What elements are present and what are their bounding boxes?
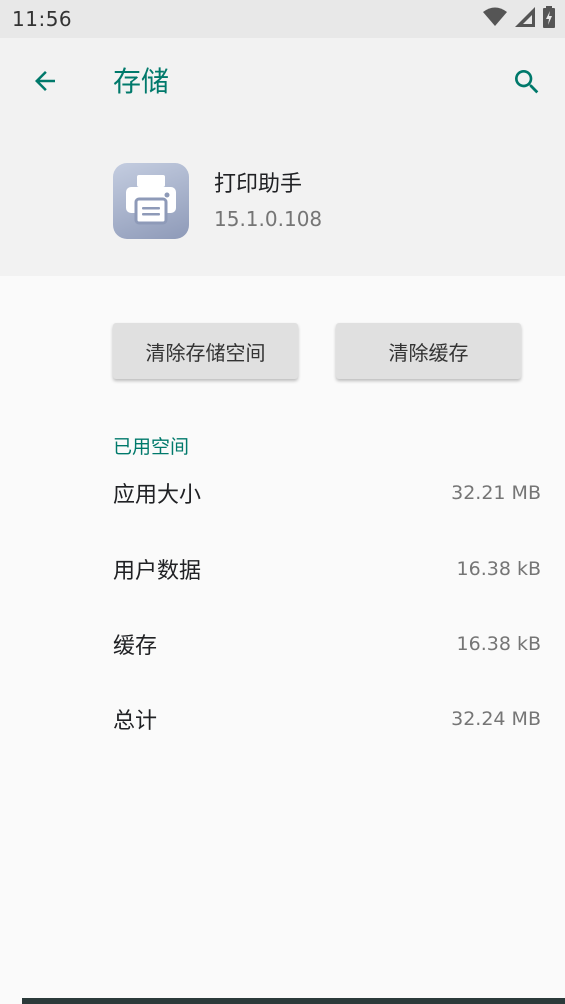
- page-title: 存储: [113, 65, 170, 98]
- storage-row-app-size: 应用大小 32.21 MB: [113, 473, 541, 513]
- storage-row-total: 总计 32.24 MB: [113, 699, 541, 739]
- row-label: 总计: [113, 709, 158, 734]
- status-bar: 11:56: [0, 0, 565, 38]
- status-time: 11:56: [12, 7, 73, 31]
- row-value: 32.24 MB: [451, 708, 541, 730]
- row-label: 应用大小: [113, 483, 202, 508]
- app-name: 打印助手: [214, 172, 303, 197]
- clear-storage-button[interactable]: 清除存储空间: [113, 323, 298, 379]
- row-value: 16.38 kB: [456, 558, 541, 580]
- battery-icon: [543, 6, 555, 32]
- app-version: 15.1.0.108: [214, 207, 323, 231]
- printer-icon: [123, 173, 179, 229]
- arrow-back-icon: [30, 66, 60, 100]
- row-label: 缓存: [113, 634, 158, 659]
- back-button[interactable]: [22, 60, 68, 106]
- signal-icon: [515, 7, 535, 31]
- status-icons: [483, 6, 555, 32]
- search-button[interactable]: [503, 60, 551, 108]
- wifi-icon: [483, 7, 507, 31]
- search-icon: [511, 66, 543, 102]
- row-value: 16.38 kB: [456, 633, 541, 655]
- app-icon: [113, 163, 189, 239]
- storage-row-cache: 缓存 16.38 kB: [113, 624, 541, 664]
- storage-row-user-data: 用户数据 16.38 kB: [113, 549, 541, 589]
- app-header: 存储 打印助手 15.1.0.108: [0, 38, 565, 276]
- navigation-bar: [22, 998, 565, 1004]
- row-label: 用户数据: [113, 559, 202, 584]
- section-header-used-space: 已用空间: [113, 436, 190, 458]
- toolbar: 存储: [0, 38, 565, 126]
- row-value: 32.21 MB: [451, 482, 541, 504]
- clear-cache-button[interactable]: 清除缓存: [336, 323, 521, 379]
